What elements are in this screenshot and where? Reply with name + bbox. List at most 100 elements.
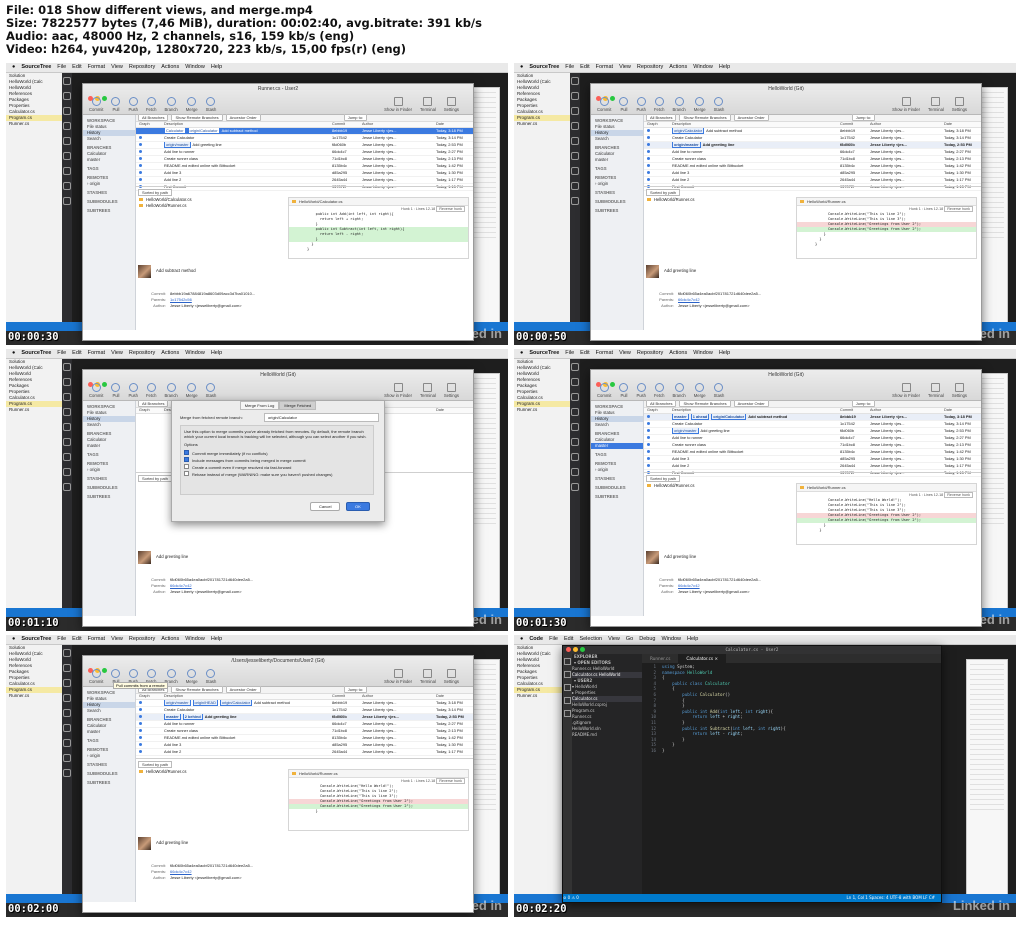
- tool-icon[interactable]: [63, 438, 71, 446]
- table-row[interactable]: README.md edited online with Bitbucket 81…: [136, 735, 473, 742]
- close-window-icon[interactable]: [566, 647, 571, 652]
- filter-ancestor-order[interactable]: Ancestor Order: [225, 114, 261, 121]
- table-row[interactable]: Add line to runner 66dc4c7 Jesse Liberty <…: [136, 149, 473, 156]
- sidebar-item-search[interactable]: Search: [83, 422, 135, 428]
- tool-icon[interactable]: [571, 137, 579, 145]
- code-editor[interactable]: 1 using System; 2 namespace HelloWorld 3{4 p…: [642, 664, 941, 894]
- sidebar-item--origin[interactable]: › origin: [591, 467, 643, 473]
- merge-button[interactable]: Merge: [694, 383, 706, 398]
- tool-icon[interactable]: [63, 724, 71, 732]
- column-description[interactable]: Description: [672, 122, 691, 127]
- menu-item-view[interactable]: View: [619, 350, 631, 356]
- menu-item-format[interactable]: Format: [88, 64, 105, 70]
- sidebar-item-master[interactable]: master: [83, 157, 135, 163]
- table-row[interactable]: Add line 3 d85a295 Jesse Liberty <jes... To…: [136, 742, 473, 749]
- tool-icon[interactable]: [63, 363, 71, 371]
- sort-dropdown[interactable]: Sorted by path: [646, 189, 681, 196]
- column-graph[interactable]: Graph: [139, 694, 150, 699]
- tool-icon[interactable]: [571, 92, 579, 100]
- pull-button[interactable]: Pull: [111, 383, 121, 398]
- menu-item-view[interactable]: View: [608, 636, 620, 642]
- filter-ancestor-order[interactable]: Ancestor Order: [733, 114, 769, 121]
- file-item[interactable]: HelloWorld/Runner.cs: [136, 769, 286, 775]
- tool-icon[interactable]: [571, 107, 579, 115]
- menu-item-sourcetree[interactable]: SourceTree: [21, 64, 51, 70]
- apple-icon[interactable]: ●: [12, 64, 15, 70]
- menu-item-actions[interactable]: Actions: [161, 64, 179, 70]
- menu-item-window[interactable]: Window: [185, 350, 205, 356]
- sidebar-item-master[interactable]: master: [83, 443, 135, 449]
- tool-icon[interactable]: [571, 393, 579, 401]
- tool-icon[interactable]: [63, 77, 71, 85]
- reverse-hunk-button[interactable]: Reverse hunk: [944, 492, 973, 498]
- checkbox-icon[interactable]: [184, 464, 189, 469]
- column-description[interactable]: Description: [164, 694, 183, 699]
- commit-button[interactable]: Commit: [597, 97, 611, 112]
- terminal-button[interactable]: Terminal: [928, 383, 944, 398]
- menu-item-window[interactable]: Window: [661, 636, 681, 642]
- sidebar-item--origin[interactable]: › origin: [591, 181, 643, 187]
- filter-all-branches[interactable]: All Branches: [138, 114, 169, 121]
- checkbox-icon[interactable]: [184, 471, 189, 476]
- table-row[interactable]: Add line 3 d85a295 Jesse Liberty <jes... To…: [644, 456, 981, 463]
- pull-button[interactable]: Pull: [111, 97, 121, 112]
- apple-icon[interactable]: ●: [520, 636, 523, 642]
- menu-item-actions[interactable]: Actions: [669, 64, 687, 70]
- settings-button[interactable]: Settings: [444, 383, 459, 398]
- column-author[interactable]: Author: [362, 694, 373, 699]
- menu-item-repository[interactable]: Repository: [129, 64, 155, 70]
- menu-item-edit[interactable]: Edit: [72, 64, 81, 70]
- terminal-button[interactable]: Terminal: [420, 383, 436, 398]
- column-graph[interactable]: Graph: [139, 122, 150, 127]
- tool-icon[interactable]: [571, 122, 579, 130]
- table-row[interactable]: Create Calculator 1c17542 Jesse Liberty <j…: [136, 135, 473, 142]
- sidebar-item--origin[interactable]: › origin: [83, 181, 135, 187]
- sidebar-item-master[interactable]: master: [591, 157, 643, 163]
- fetch-button[interactable]: Fetch: [146, 97, 156, 112]
- push-button[interactable]: Push: [128, 383, 138, 398]
- menu-item-format[interactable]: Format: [88, 636, 105, 642]
- menu-item-file[interactable]: File: [57, 64, 66, 70]
- apple-icon[interactable]: ●: [520, 64, 523, 70]
- filter-show-remote-branches[interactable]: Show Remote Branches: [679, 400, 731, 407]
- settings-button[interactable]: Settings: [952, 383, 967, 398]
- tool-icon[interactable]: [63, 122, 71, 130]
- menu-item-window[interactable]: Window: [693, 64, 713, 70]
- menu-item-help[interactable]: Help: [687, 636, 698, 642]
- checkbox-icon[interactable]: [184, 450, 189, 455]
- stash-button[interactable]: Stash: [206, 383, 216, 398]
- tab-merge-fetched[interactable]: Merge Fetched: [279, 401, 317, 410]
- menu-item-window[interactable]: Window: [185, 64, 205, 70]
- menu-item-view[interactable]: View: [111, 636, 123, 642]
- table-row[interactable]: Add line to runner 66dc4c7 Jesse Liberty <…: [644, 435, 981, 442]
- table-row[interactable]: Add line 2 2645a44 Jesse Liberty <jes... To…: [136, 177, 473, 184]
- column-description[interactable]: Description: [672, 408, 691, 413]
- menu-item-window[interactable]: Window: [185, 636, 205, 642]
- parent-link[interactable]: 66dc4c7c42: [678, 297, 700, 302]
- menu-item-repository[interactable]: Repository: [637, 64, 663, 70]
- option-checkbox[interactable]: Include messages from commits being merg…: [184, 457, 370, 464]
- tool-icon[interactable]: [571, 438, 579, 446]
- table-row[interactable]: Create runner class 71d1bc8 Jesse Liberty …: [644, 156, 981, 163]
- column-commit[interactable]: Commit: [840, 408, 853, 413]
- table-row[interactable]: Add line to runner 66dc4c7 Jesse Liberty <…: [136, 721, 473, 728]
- fetch-button[interactable]: Fetch: [654, 383, 664, 398]
- column-author[interactable]: Author: [362, 122, 373, 127]
- solution-item[interactable]: Runner.cs: [6, 121, 62, 127]
- filter-show-remote-branches[interactable]: Show Remote Branches: [679, 114, 731, 121]
- tool-icon[interactable]: [571, 483, 579, 491]
- tool-icon[interactable]: [63, 649, 71, 657]
- tool-icon[interactable]: [63, 679, 71, 687]
- column-commit[interactable]: Commit: [332, 122, 345, 127]
- menu-item-selection[interactable]: Selection: [579, 636, 602, 642]
- merge-button[interactable]: Merge: [694, 97, 706, 112]
- explorer-item[interactable]: README.md: [572, 732, 642, 738]
- filter-ancestor-order[interactable]: Ancestor Order: [733, 400, 769, 407]
- table-row[interactable]: origin/master Add greeting line f8d060b Jes…: [644, 428, 981, 435]
- stash-button[interactable]: Stash: [714, 383, 724, 398]
- filter-all-branches[interactable]: All Branches: [646, 114, 677, 121]
- sidebar-item-master[interactable]: master: [83, 729, 135, 735]
- terminal-button[interactable]: Terminal: [928, 97, 944, 112]
- push-button[interactable]: Push: [636, 97, 646, 112]
- tab-merge-from-log[interactable]: Merge From Log: [239, 401, 280, 410]
